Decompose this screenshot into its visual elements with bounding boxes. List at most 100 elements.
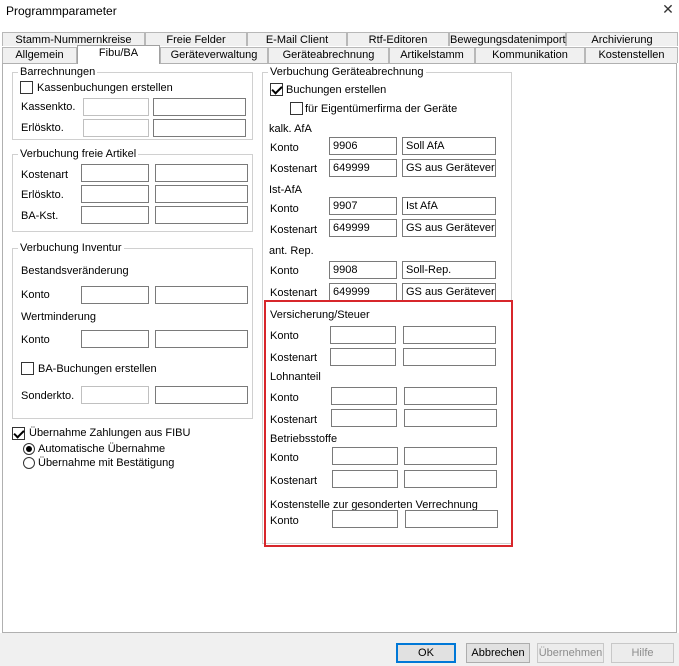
hilfe-button[interactable]: Hilfe bbox=[611, 643, 674, 663]
automatische-uebernahme-label: Automatische Übernahme bbox=[38, 443, 166, 455]
abbrechen-button[interactable]: Abbrechen bbox=[466, 643, 530, 663]
kassenbuchungen-checkbox[interactable] bbox=[20, 81, 33, 94]
freie-bakst-input-2[interactable] bbox=[155, 206, 248, 224]
versicherung-title: Versicherung/Steuer bbox=[270, 309, 370, 321]
uebernahme-bestaetigung-radio[interactable] bbox=[23, 457, 35, 469]
lohnanteil-title: Lohnanteil bbox=[270, 371, 321, 383]
kostenstelle-konto-input-2[interactable] bbox=[405, 510, 498, 528]
sonderkto-input-2[interactable] bbox=[155, 386, 248, 404]
tab-fibu-ba[interactable]: Fibu/BA bbox=[77, 45, 160, 64]
versicherung-konto-input-1[interactable] bbox=[330, 326, 396, 344]
versicherung-kostenart-input-1[interactable] bbox=[330, 348, 396, 366]
tab-kostenstellen[interactable]: Kostenstellen bbox=[585, 47, 678, 63]
ant-rep-konto-name[interactable]: Soll-Rep. bbox=[402, 261, 496, 279]
versicherung-kostenart-input-2[interactable] bbox=[403, 348, 496, 366]
ok-button[interactable]: OK bbox=[396, 643, 456, 663]
kostenstelle-konto-label: Konto bbox=[270, 515, 299, 527]
tab-archivierung[interactable]: Archivierung bbox=[566, 32, 678, 46]
versicherung-konto-label: Konto bbox=[270, 330, 299, 342]
ant-rep-konto-nr[interactable]: 9908 bbox=[329, 261, 397, 279]
kalk-afa-konto-nr[interactable]: 9906 bbox=[329, 137, 397, 155]
kostenstelle-konto-input-1[interactable] bbox=[332, 510, 398, 528]
kalk-afa-kostenart-name[interactable]: GS aus Geräteverrec bbox=[402, 159, 496, 177]
versicherung-konto-input-2[interactable] bbox=[403, 326, 496, 344]
betriebsstoffe-konto-input-1[interactable] bbox=[332, 447, 398, 465]
tab-email-client[interactable]: E-Mail Client bbox=[247, 32, 347, 46]
kassenkto-input-2[interactable] bbox=[153, 98, 246, 116]
ant-rep-kostenart-name[interactable]: GS aus Geräteverrec bbox=[402, 283, 496, 301]
tab-stamm-nummernkreise[interactable]: Stamm-Nummernkreise bbox=[2, 32, 145, 46]
uebernehmen-button[interactable]: Übernehmen bbox=[537, 643, 604, 663]
bestandsveraenderung-label: Bestandsveränderung bbox=[21, 265, 129, 277]
ist-afa-title: Ist-AfA bbox=[269, 184, 303, 196]
ist-afa-konto-nr[interactable]: 9907 bbox=[329, 197, 397, 215]
kassenbuchungen-label: Kassenbuchungen erstellen bbox=[37, 82, 173, 94]
automatische-uebernahme-radio[interactable] bbox=[23, 443, 35, 455]
tab-geraeteverwaltung[interactable]: Geräteverwaltung bbox=[160, 47, 268, 63]
lohnanteil-konto-input-2[interactable] bbox=[404, 387, 497, 405]
lohnanteil-kostenart-label: Kostenart bbox=[270, 414, 318, 426]
buchungen-erstellen-label: Buchungen erstellen bbox=[286, 84, 387, 96]
kalk-afa-konto-name[interactable]: Soll AfA bbox=[402, 137, 496, 155]
kalk-afa-kostenart-nr[interactable]: 649999 bbox=[329, 159, 397, 177]
freie-bakst-label: BA-Kst. bbox=[21, 210, 59, 222]
ist-afa-konto-name[interactable]: Ist AfA bbox=[402, 197, 496, 215]
inventur-konto-input-1[interactable] bbox=[81, 286, 149, 304]
betriebsstoffe-konto-label: Konto bbox=[270, 452, 299, 464]
inventur-konto-label: Konto bbox=[21, 289, 50, 301]
freie-bakst-input-1[interactable] bbox=[81, 206, 149, 224]
freie-erloeskto-input-1[interactable] bbox=[81, 185, 149, 203]
ba-buchungen-checkbox[interactable] bbox=[21, 362, 34, 375]
ba-buchungen-label: BA-Buchungen erstellen bbox=[38, 363, 157, 375]
betriebsstoffe-kostenart-input-1[interactable] bbox=[332, 470, 398, 488]
wertminderung-label: Wertminderung bbox=[21, 311, 96, 323]
kalk-afa-konto-label: Konto bbox=[270, 142, 299, 154]
lohnanteil-kostenart-input-1[interactable] bbox=[331, 409, 397, 427]
ist-afa-kostenart-name[interactable]: GS aus Geräteverrec bbox=[402, 219, 496, 237]
ant-rep-kostenart-nr[interactable]: 649999 bbox=[329, 283, 397, 301]
erloeskto-label: Erlöskto. bbox=[21, 122, 64, 134]
wertminderung-konto-input-1[interactable] bbox=[81, 330, 149, 348]
uebernahme-bestaetigung-label: Übernahme mit Bestätigung bbox=[38, 457, 175, 469]
freie-kostenart-input-1[interactable] bbox=[81, 164, 149, 182]
betriebsstoffe-konto-input-2[interactable] bbox=[404, 447, 497, 465]
erloeskto-input-2[interactable] bbox=[153, 119, 246, 137]
sonderkto-input-1[interactable] bbox=[81, 386, 149, 404]
tab-allgemein[interactable]: Allgemein bbox=[2, 47, 77, 63]
ist-afa-kostenart-label: Kostenart bbox=[270, 224, 318, 236]
kalk-afa-kostenart-label: Kostenart bbox=[270, 163, 318, 175]
betriebsstoffe-title: Betriebsstoffe bbox=[270, 433, 338, 445]
betriebsstoffe-kostenart-label: Kostenart bbox=[270, 475, 318, 487]
inventur-konto-input-2[interactable] bbox=[155, 286, 248, 304]
sonderkto-label: Sonderkto. bbox=[21, 390, 75, 402]
freie-erloeskto-label: Erlöskto. bbox=[21, 189, 64, 201]
ant-rep-title: ant. Rep. bbox=[269, 245, 314, 257]
kassenkto-input-1[interactable] bbox=[83, 98, 149, 116]
freie-erloeskto-input-2[interactable] bbox=[155, 185, 248, 203]
ist-afa-kostenart-nr[interactable]: 649999 bbox=[329, 219, 397, 237]
lohnanteil-konto-input-1[interactable] bbox=[331, 387, 397, 405]
kassenkto-label: Kassenkto. bbox=[21, 101, 76, 113]
ist-afa-konto-label: Konto bbox=[270, 203, 299, 215]
freie-artikel-legend: Verbuchung freie Artikel bbox=[18, 148, 139, 160]
close-icon[interactable]: ✕ bbox=[657, 0, 679, 20]
wertminderung-konto-input-2[interactable] bbox=[155, 330, 248, 348]
tab-freie-felder[interactable]: Freie Felder bbox=[145, 32, 247, 46]
eigentuemerfirma-checkbox[interactable] bbox=[290, 102, 303, 115]
tab-geraeteabrechnung[interactable]: Geräteabrechnung bbox=[268, 47, 389, 63]
tab-rtf-editoren[interactable]: Rtf-Editoren bbox=[347, 32, 449, 46]
tab-bewegungsdatenimport[interactable]: Bewegungsdatenimport bbox=[449, 32, 566, 46]
erloeskto-input-1[interactable] bbox=[83, 119, 149, 137]
betriebsstoffe-kostenart-input-2[interactable] bbox=[404, 470, 497, 488]
tab-artikelstamm[interactable]: Artikelstamm bbox=[389, 47, 475, 63]
wertminderung-konto-label: Konto bbox=[21, 334, 50, 346]
tab-kommunikation[interactable]: Kommunikation bbox=[475, 47, 585, 63]
freie-kostenart-input-2[interactable] bbox=[155, 164, 248, 182]
window-title: Programmparameter bbox=[6, 4, 117, 18]
eigentuemerfirma-label: für Eigentümerfirma der Geräte bbox=[305, 103, 458, 115]
buchungen-erstellen-checkbox[interactable] bbox=[270, 83, 283, 96]
lohnanteil-kostenart-input-2[interactable] bbox=[404, 409, 497, 427]
uebernahme-fibu-checkbox[interactable] bbox=[12, 427, 25, 440]
lohnanteil-konto-label: Konto bbox=[270, 392, 299, 404]
freie-kostenart-label: Kostenart bbox=[21, 169, 69, 181]
